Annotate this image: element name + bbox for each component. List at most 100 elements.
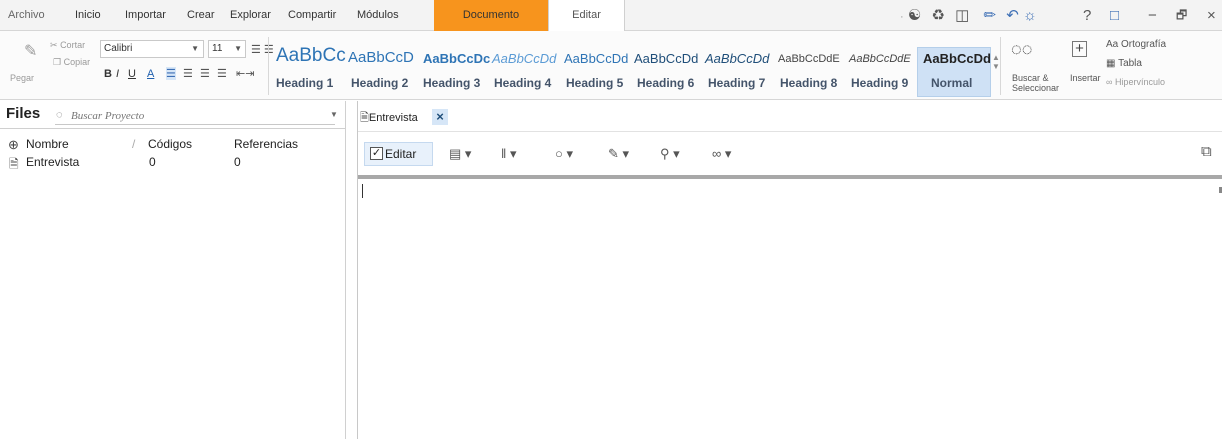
ribbon-separator (1000, 37, 1001, 95)
style-sample-heading-7[interactable]: AaBbCcDd (705, 51, 769, 66)
cut-button[interactable]: ✂ Cortar (50, 40, 85, 51)
restore-icon[interactable]: 🗗 (1176, 0, 1187, 31)
list-icon[interactable]: ☰ ☰ (251, 43, 274, 56)
style-name-heading-5[interactable]: Heading 5 (566, 76, 623, 90)
style-sample-heading-1[interactable]: AaBbCc (276, 45, 346, 67)
style-name-heading-9[interactable]: Heading 9 (851, 76, 908, 90)
style-name-heading-1[interactable]: Heading 1 (276, 76, 333, 90)
style-sample-heading-8[interactable]: AaBbCcDdE (778, 53, 840, 65)
edit-checkbox[interactable]: ✓ (370, 147, 383, 160)
save-icon[interactable]: ◫ (955, 7, 969, 24)
spelling-icon: Aa (1106, 39, 1119, 50)
justify-icon[interactable]: ☰ (217, 67, 227, 80)
link-icon: ∞ (1106, 77, 1113, 87)
quick-access-icons: · ☯ ♻ ◫ ✏ ↶ ☼ (900, 0, 1037, 31)
style-sample-heading-3[interactable]: AaBbCcDc (423, 51, 490, 66)
tab-entrevista[interactable]: 🗎Entrevista (360, 109, 418, 127)
hyperlink-button[interactable]: ∞ Hipervínculo (1106, 77, 1165, 87)
italic-button[interactable]: I (116, 68, 119, 80)
align-center-icon[interactable]: ☰ (183, 67, 193, 80)
find-select-button[interactable]: Buscar & Seleccionar (1012, 73, 1059, 93)
menu-explorar[interactable]: Explorar (230, 0, 271, 31)
menu-inicio[interactable]: Inicio (75, 0, 101, 31)
zoom-dropdown-icon[interactable]: ⚲ ▾ (660, 146, 680, 162)
comment-dropdown-icon[interactable]: ▤ ▾ (449, 146, 471, 162)
search-input[interactable] (55, 108, 335, 125)
style-sample-heading-4[interactable]: AaBbCcDd (492, 51, 556, 66)
style-name-heading-4[interactable]: Heading 4 (494, 76, 551, 90)
style-sample-normal[interactable]: AaBbCcDd (923, 51, 991, 66)
scissors-icon: ✂ (50, 40, 58, 50)
row-codes: 0 (149, 155, 156, 169)
table-button[interactable]: ▦ Tabla (1106, 58, 1142, 69)
menu-crear[interactable]: Crear (187, 0, 215, 31)
user-circle-icon[interactable]: ☯ (908, 7, 921, 24)
undock-icon[interactable]: ⧉ (1201, 143, 1212, 160)
sync-icon[interactable]: ♻ (931, 7, 944, 24)
close-icon[interactable]: × (1207, 0, 1216, 31)
edit-toggle-button[interactable]: ✓ Editar (364, 142, 433, 166)
pen-icon[interactable]: ✏ (983, 7, 996, 24)
stripes-dropdown-icon[interactable]: ‖ ▾ (501, 146, 517, 162)
spelling-button[interactable]: Aa Ortografía (1106, 39, 1166, 50)
close-icon[interactable]: × (432, 109, 448, 125)
binoculars-icon[interactable]: ◌◌ (1011, 39, 1032, 60)
help-icon[interactable]: ? (1083, 0, 1091, 31)
insert-icon[interactable]: + (1072, 41, 1087, 57)
copy-icon: ❐ (53, 57, 62, 67)
paste-icon[interactable]: ✎ (24, 41, 37, 61)
highlighter-dropdown-icon[interactable]: ✎ ▾ (608, 146, 629, 162)
row-refs: 0 (234, 155, 241, 169)
underline-button[interactable]: U (128, 68, 136, 80)
column-nombre[interactable]: Nombre (26, 137, 69, 151)
insert-button[interactable]: Insertar (1070, 73, 1101, 83)
row-name: Entrevista (26, 155, 80, 169)
style-name-heading-7[interactable]: Heading 7 (708, 76, 765, 90)
menu-archivo[interactable]: Archivo (8, 0, 45, 31)
link-dropdown-icon[interactable]: ∞ ▾ (712, 146, 731, 162)
tab-editar[interactable]: Editar (548, 0, 625, 32)
menu-modulos[interactable]: Módulos (357, 0, 399, 31)
table-icon: ▦ (1106, 58, 1116, 69)
style-name-heading-2[interactable]: Heading 2 (351, 76, 408, 90)
bold-button[interactable]: B (104, 68, 112, 80)
align-left-icon[interactable]: ☰ (166, 67, 176, 80)
font-size-select[interactable]: 11 ▼ (208, 40, 246, 58)
style-sample-heading-5[interactable]: AaBbCcDd (564, 51, 628, 66)
style-name-normal[interactable]: Normal (931, 76, 972, 90)
menu-importar[interactable]: Importar (125, 0, 166, 31)
style-sample-heading-9[interactable]: AaBbCcDdE (849, 53, 911, 65)
style-sample-heading-6[interactable]: AaBbCcDd (634, 51, 698, 66)
document-icon: 🗎 (360, 112, 369, 124)
style-name-heading-6[interactable]: Heading 6 (637, 76, 694, 90)
style-sample-heading-2[interactable]: AaBbCcD (348, 49, 414, 66)
chevron-down-icon: ▼ (234, 44, 242, 53)
shape-dropdown-icon[interactable]: ○ ▾ (555, 146, 573, 162)
style-name-heading-8[interactable]: Heading 8 (780, 76, 837, 90)
editor-top-border (358, 175, 1222, 179)
ribbon: ✎ Pegar ✂ Cortar ❐ Copiar Calibri ▼ 11 ▼ ☰… (0, 31, 1222, 100)
ribbon-separator (268, 37, 269, 95)
indent-icon[interactable]: ⇤⇥ (236, 67, 254, 80)
align-right-icon[interactable]: ☰ (200, 67, 210, 80)
chevron-down-icon[interactable]: ▼ (330, 110, 338, 119)
column-codigos[interactable]: Códigos (148, 137, 192, 151)
column-referencias[interactable]: Referencias (234, 137, 298, 151)
comment-icon[interactable]: □ (1110, 0, 1119, 31)
globe-icon[interactable]: ☼ (1023, 7, 1037, 24)
table-row[interactable]: 🗎 Entrevista 0 0 (0, 155, 346, 173)
copy-button[interactable]: ❐ Copiar (53, 57, 90, 68)
add-circle-icon[interactable]: ⊕ (8, 137, 19, 153)
font-name-select[interactable]: Calibri ▼ (100, 40, 204, 58)
style-name-heading-3[interactable]: Heading 3 (423, 76, 480, 90)
minimize-icon[interactable]: − (1148, 0, 1157, 31)
tab-documento[interactable]: Documento (434, 0, 548, 31)
find-label-1: Buscar & (1012, 73, 1049, 83)
font-name-value: Calibri (104, 43, 133, 54)
paste-button[interactable]: Pegar (10, 73, 34, 83)
font-color-button[interactable]: A (147, 68, 154, 80)
undo-icon[interactable]: ↶ (1006, 7, 1019, 24)
table-label: Tabla (1118, 58, 1142, 69)
menu-compartir[interactable]: Compartir (288, 0, 336, 31)
gallery-scroll-icon[interactable]: ▲ ▼ (992, 53, 1000, 71)
